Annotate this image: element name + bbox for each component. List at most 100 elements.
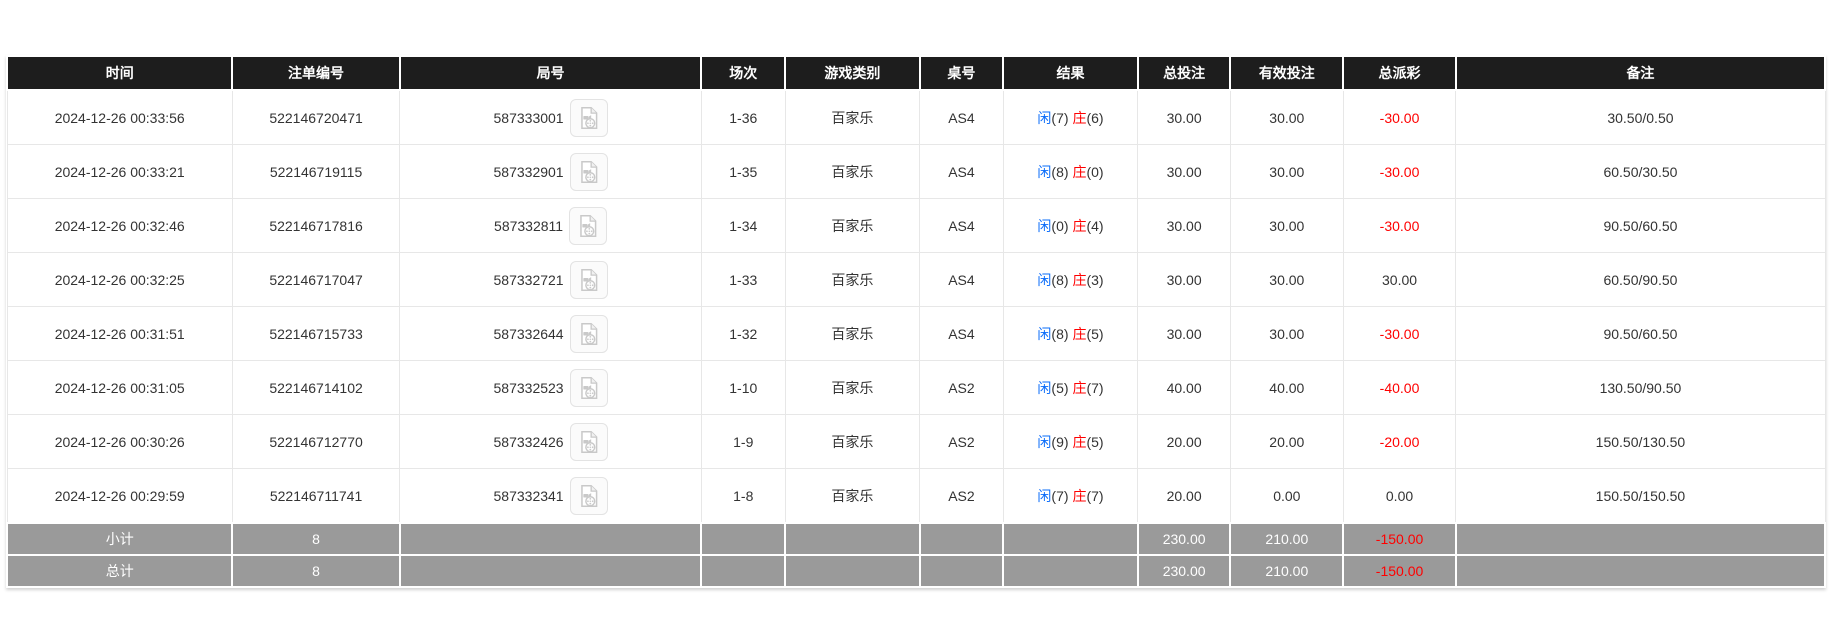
cell-bet-no: 522146717047 [232, 253, 399, 307]
result-player-label: 闲 [1037, 326, 1051, 342]
cell-total-bet[interactable]: 30.00 [1138, 307, 1231, 361]
summary-empty-table-no [920, 523, 1004, 555]
cell-round-no: 587332811 [400, 199, 702, 253]
video-replay-button[interactable] [570, 369, 608, 407]
video-replay-button[interactable] [570, 99, 608, 137]
cell-valid-bet: 30.00 [1230, 199, 1343, 253]
video-replay-button[interactable] [570, 477, 608, 515]
cell-time: 2024-12-26 00:29:59 [7, 469, 232, 524]
cell-bet-no: 522146717816 [232, 199, 399, 253]
summary-total-payout: -150.00 [1343, 555, 1456, 587]
result-player-score: (7) [1051, 488, 1068, 504]
cell-remark: 60.50/30.50 [1456, 145, 1825, 199]
cell-game-type: 百家乐 [785, 469, 920, 524]
summary-empty-result [1003, 555, 1138, 587]
cell-remark: 60.50/90.50 [1456, 253, 1825, 307]
table-body: 2024-12-26 00:33:56 522146720471 5873330… [7, 90, 1825, 587]
result-player-label: 闲 [1037, 218, 1051, 234]
cell-table-no: AS4 [920, 253, 1004, 307]
cell-result: 闲(8) 庄(5) [1003, 307, 1138, 361]
cell-bet-no: 522146719115 [232, 145, 399, 199]
round-number: 587332426 [494, 434, 564, 450]
table-row: 2024-12-26 00:33:21 522146719115 5873329… [7, 145, 1825, 199]
column-header-remark: 备注 [1456, 56, 1825, 90]
video-replay-button[interactable] [569, 207, 607, 245]
cell-result: 闲(7) 庄(7) [1003, 469, 1138, 524]
cell-total-payout: 0.00 [1343, 469, 1456, 524]
table-row: 2024-12-26 00:33:56 522146720471 5873330… [7, 90, 1825, 145]
cell-valid-bet: 30.00 [1230, 90, 1343, 145]
table-row: 2024-12-26 00:31:05 522146714102 5873325… [7, 361, 1825, 415]
cell-bet-no: 522146711741 [232, 469, 399, 524]
cell-time: 2024-12-26 00:30:26 [7, 415, 232, 469]
cell-result: 闲(8) 庄(3) [1003, 253, 1138, 307]
column-header-round-no: 局号 [400, 56, 702, 90]
result-banker-label: 庄 [1072, 326, 1086, 342]
cell-total-bet[interactable]: 30.00 [1138, 90, 1231, 145]
round-number: 587332523 [494, 380, 564, 396]
summary-empty-table-no [920, 555, 1004, 587]
cell-total-bet[interactable]: 40.00 [1138, 361, 1231, 415]
result-player-label: 闲 [1037, 488, 1051, 504]
summary-empty-game-type [785, 523, 920, 555]
cell-total-payout: -30.00 [1343, 307, 1456, 361]
cell-total-payout: -30.00 [1343, 199, 1456, 253]
result-banker-label: 庄 [1072, 488, 1086, 504]
cell-total-payout: 30.00 [1343, 253, 1456, 307]
result-player-label: 闲 [1037, 434, 1051, 450]
cell-total-bet[interactable]: 30.00 [1138, 199, 1231, 253]
cell-total-bet[interactable]: 20.00 [1138, 415, 1231, 469]
header-row: 时间 注单编号 局号 场次 游戏类别 桌号 结果 总投注 有效投注 总派彩 备注 [7, 56, 1825, 90]
table-row: 2024-12-26 00:30:26 522146712770 5873324… [7, 415, 1825, 469]
cell-session: 1-9 [701, 415, 785, 469]
table-row: 2024-12-26 00:29:59 522146711741 5873323… [7, 469, 1825, 524]
round-number: 587332644 [494, 326, 564, 342]
cell-bet-no: 522146712770 [232, 415, 399, 469]
cell-time: 2024-12-26 00:33:21 [7, 145, 232, 199]
cell-round-no: 587332341 [400, 469, 702, 524]
result-banker-score: (6) [1086, 110, 1103, 126]
cell-session: 1-34 [701, 199, 785, 253]
result-banker-score: (0) [1086, 164, 1103, 180]
cell-time: 2024-12-26 00:33:56 [7, 90, 232, 145]
cell-session: 1-32 [701, 307, 785, 361]
video-replay-button[interactable] [570, 423, 608, 461]
cell-table-no: AS2 [920, 415, 1004, 469]
summary-label: 小计 [7, 523, 232, 555]
cell-time: 2024-12-26 00:32:25 [7, 253, 232, 307]
table-row: 2024-12-26 00:31:51 522146715733 5873326… [7, 307, 1825, 361]
summary-row: 小计 8 230.00 210.00 -150.00 [7, 523, 1825, 555]
cell-total-bet[interactable]: 30.00 [1138, 145, 1231, 199]
result-player-score: (8) [1051, 326, 1068, 342]
cell-round-no: 587332523 [400, 361, 702, 415]
cell-session: 1-35 [701, 145, 785, 199]
result-player-label: 闲 [1037, 380, 1051, 396]
video-replay-button[interactable] [570, 261, 608, 299]
summary-total-bet: 230.00 [1138, 555, 1231, 587]
video-replay-button[interactable] [570, 315, 608, 353]
result-player-label: 闲 [1037, 272, 1051, 288]
cell-round-no: 587333001 [400, 90, 702, 145]
cell-total-bet[interactable]: 30.00 [1138, 253, 1231, 307]
cell-bet-no: 522146715733 [232, 307, 399, 361]
cell-time: 2024-12-26 00:31:05 [7, 361, 232, 415]
column-header-bet-no: 注单编号 [232, 56, 399, 90]
result-player-score: (0) [1051, 218, 1068, 234]
result-player-score: (8) [1051, 272, 1068, 288]
cell-total-bet[interactable]: 20.00 [1138, 469, 1231, 524]
cell-game-type: 百家乐 [785, 307, 920, 361]
cell-valid-bet: 0.00 [1230, 469, 1343, 524]
cell-round-no: 587332426 [400, 415, 702, 469]
column-header-total-payout: 总派彩 [1343, 56, 1456, 90]
column-header-total-bet: 总投注 [1138, 56, 1231, 90]
cell-game-type: 百家乐 [785, 415, 920, 469]
video-file-icon [576, 159, 602, 185]
result-player-label: 闲 [1037, 110, 1051, 126]
video-file-icon [576, 105, 602, 131]
cell-valid-bet: 30.00 [1230, 307, 1343, 361]
video-replay-button[interactable] [570, 153, 608, 191]
round-number: 587332811 [494, 218, 563, 234]
cell-remark: 150.50/130.50 [1456, 415, 1825, 469]
cell-remark: 90.50/60.50 [1456, 307, 1825, 361]
summary-total-payout: -150.00 [1343, 523, 1456, 555]
